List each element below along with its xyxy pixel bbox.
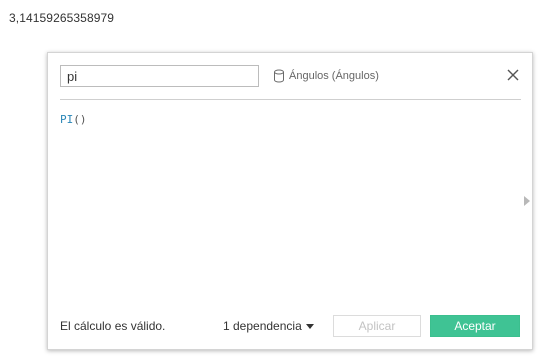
apply-button[interactable]: Aplicar <box>333 315 421 337</box>
datasource-indicator: Ángulos (Ángulos) <box>273 67 379 85</box>
calculation-result-value: 3,14159265358979 <box>9 11 115 25</box>
chevron-down-icon <box>305 323 314 329</box>
header-divider <box>60 99 521 100</box>
calculation-editor-dialog: Ángulos (Ángulos) PI() El cálculo es vál… <box>47 52 533 350</box>
validation-status: El cálculo es válido. <box>60 319 166 333</box>
formula-editor[interactable]: PI() <box>60 113 515 303</box>
ok-button[interactable]: Aceptar <box>430 315 520 337</box>
expand-functions-arrow-icon[interactable] <box>524 196 530 206</box>
close-icon[interactable] <box>506 68 520 82</box>
dependency-dropdown[interactable]: 1 dependencia <box>223 319 314 333</box>
database-icon <box>274 69 284 83</box>
calculation-name-input[interactable] <box>60 65 259 87</box>
dependency-label: 1 dependencia <box>223 319 302 333</box>
formula-parentheses: () <box>73 113 87 126</box>
formula-function-name: PI <box>60 113 74 126</box>
datasource-label: Ángulos (Ángulos) <box>289 70 379 82</box>
